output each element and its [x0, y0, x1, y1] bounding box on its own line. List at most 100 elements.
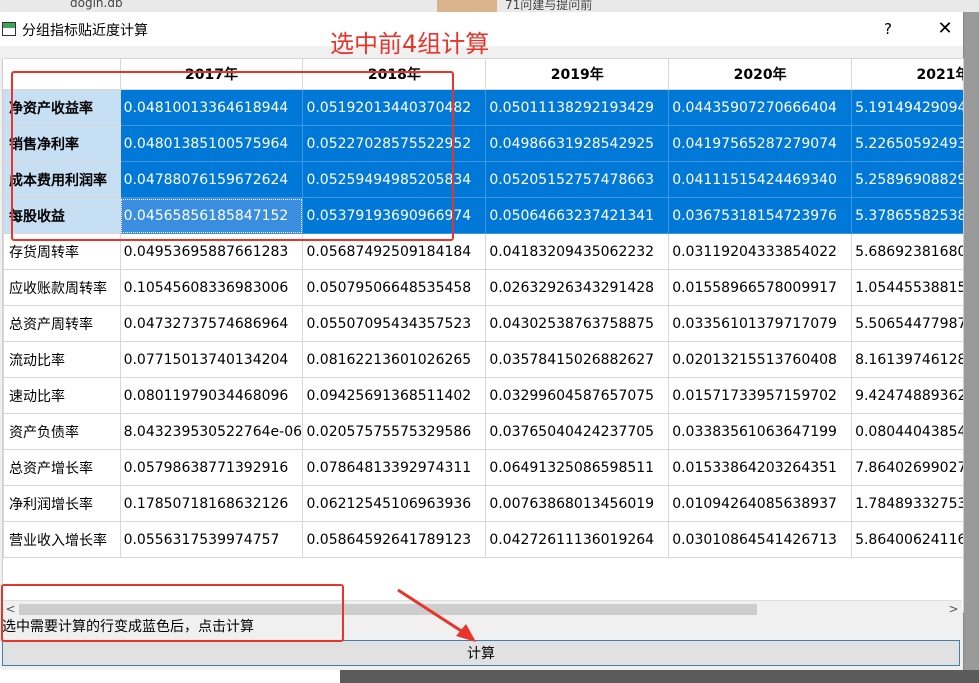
indicator-table[interactable]: 2017年2018年2019年2020年2021年 净资产收益率0.048100… [2, 58, 964, 613]
row-header[interactable]: 净资产收益率 [3, 89, 121, 126]
table-row[interactable]: 应收账款周转率 0.10545608336983006 0.050795066485… [3, 269, 963, 306]
table-row[interactable]: 销售净利率 0.04801385100575964 0.05227028575522… [3, 125, 963, 162]
row-header[interactable]: 总资产周转率 [3, 305, 121, 342]
table-cell[interactable]: 0.03010864541426713 [668, 521, 853, 558]
table-row[interactable]: 净资产收益率 0.04810013364618944 0.0519201344037… [3, 89, 963, 126]
table-cell[interactable]: 0.05011138292193429 [485, 89, 670, 126]
table-cell[interactable]: 5.686923816802 [851, 233, 963, 270]
data-grid[interactable]: 2017年2018年2019年2020年2021年 净资产收益率0.048100… [3, 58, 963, 558]
table-cell[interactable]: 0.0556317539974757 [119, 521, 304, 558]
table-cell[interactable]: 0.05864592641789123 [302, 521, 487, 558]
table-cell[interactable]: 5.226505924930 [851, 125, 963, 162]
table-cell[interactable]: 0.05064663237421341 [485, 197, 670, 234]
table-row[interactable]: 存货周转率 0.04953695887661283 0.05687492509184… [3, 233, 963, 270]
table-cell[interactable]: 0.05379193690966974 [302, 197, 487, 234]
row-header[interactable]: 资产负债率 [3, 413, 121, 450]
table-cell[interactable]: 0.02013215513760408 [668, 341, 853, 378]
table-cell[interactable]: 5.864006241168 [851, 521, 963, 558]
table-cell[interactable]: 0.03356101379717079 [668, 305, 853, 342]
table-cell[interactable]: 0.04183209435062232 [485, 233, 670, 270]
table-cell[interactable]: 0.04197565287279074 [668, 125, 853, 162]
table-cell[interactable]: 0.10545608336983006 [119, 269, 304, 306]
table-cell[interactable]: 0.03578415026882627 [485, 341, 670, 378]
table-cell[interactable]: 0.17850718168632126 [119, 485, 304, 522]
row-header[interactable]: 存货周转率 [3, 233, 121, 270]
column-header[interactable]: 2020年 [668, 58, 853, 90]
table-row[interactable]: 每股收益 0.04565856185847152 0.053791936909669… [3, 197, 963, 234]
table-cell[interactable]: 9.424748893621 [851, 377, 963, 414]
table-cell[interactable]: 0.05259494985205834 [302, 161, 487, 198]
table-cell[interactable]: 0.05687492509184184 [302, 233, 487, 270]
table-cell[interactable]: 0.08011979034468096 [119, 377, 304, 414]
table-cell[interactable]: 5.258969088296 [851, 161, 963, 198]
table-cell[interactable]: 0.05507095434357523 [302, 305, 487, 342]
column-header[interactable]: 2017年 [119, 58, 304, 90]
table-cell[interactable]: 0.01533864203264351 [668, 449, 853, 486]
row-header[interactable]: 流动比率 [3, 341, 121, 378]
table-cell[interactable]: 1.784893327537 [851, 485, 963, 522]
table-cell[interactable]: 0.02057575575329586 [302, 413, 487, 450]
table-cell[interactable]: 0.09425691368511402 [302, 377, 487, 414]
table-cell[interactable]: 0.03765040424237705 [485, 413, 670, 450]
column-header[interactable]: 2018年 [302, 58, 487, 90]
table-cell[interactable]: 0.06491325086598511 [485, 449, 670, 486]
row-header[interactable]: 销售净利率 [3, 125, 121, 162]
corner-cell[interactable] [3, 58, 121, 90]
table-row[interactable]: 资产负债率 8.043239530522764e-06 0.020575755753… [3, 413, 963, 450]
table-cell[interactable]: 0.04986631928542925 [485, 125, 670, 162]
table-cell[interactable]: 0.05798638771392916 [119, 449, 304, 486]
table-cell[interactable]: 0.04565856185847152 [119, 197, 304, 234]
scroll-right-arrow-icon[interactable]: > [945, 601, 962, 618]
column-header[interactable]: 2019年 [485, 58, 670, 90]
table-cell[interactable]: 0.03299604587657075 [485, 377, 670, 414]
row-header[interactable]: 每股收益 [3, 197, 121, 234]
row-header[interactable]: 净利润增长率 [3, 485, 121, 522]
row-header[interactable]: 成本费用利润率 [3, 161, 121, 198]
table-row[interactable]: 速动比率 0.08011979034468096 0.094256913685114… [3, 377, 963, 414]
close-button[interactable]: ✕ [928, 16, 962, 42]
table-cell[interactable]: 0.04111515424469340 [668, 161, 853, 198]
table-cell[interactable]: 0.04810013364618944 [119, 89, 304, 126]
table-cell[interactable]: 0.01571733957159702 [668, 377, 853, 414]
row-header[interactable]: 应收账款周转率 [3, 269, 121, 306]
table-cell[interactable]: 0.080440438547 [851, 413, 963, 450]
table-cell[interactable]: 0.04953695887661283 [119, 233, 304, 270]
table-cell[interactable]: 0.05205152757478663 [485, 161, 670, 198]
row-header[interactable]: 营业收入增长率 [3, 521, 121, 558]
table-cell[interactable]: 0.01558966578009917 [668, 269, 853, 306]
table-cell[interactable]: 8.043239530522764e-06 [119, 413, 304, 450]
table-cell[interactable]: 0.08162213601026265 [302, 341, 487, 378]
table-cell[interactable]: 0.03119204333854022 [668, 233, 853, 270]
table-cell[interactable]: 5.506544779879 [851, 305, 963, 342]
table-cell[interactable]: 0.05079506648535458 [302, 269, 487, 306]
table-cell[interactable]: 0.05192013440370482 [302, 89, 487, 126]
table-cell[interactable]: 0.07715013740134204 [119, 341, 304, 378]
table-cell[interactable]: 8.161397461288 [851, 341, 963, 378]
table-cell[interactable]: 7.864026990279 [851, 449, 963, 486]
table-cell[interactable]: 0.02632926343291428 [485, 269, 670, 306]
row-header[interactable]: 总资产增长率 [3, 449, 121, 486]
table-cell[interactable]: 0.04788076159672624 [119, 161, 304, 198]
help-button[interactable]: ? [876, 16, 900, 42]
table-cell[interactable]: 0.04272611136019264 [485, 521, 670, 558]
table-row[interactable]: 总资产周转率 0.04732737574686964 0.0550709543435… [3, 305, 963, 342]
table-cell[interactable]: 1.054455388155 [851, 269, 963, 306]
table-cell[interactable]: 5.191494290945 [851, 89, 963, 126]
table-cell[interactable]: 0.07864813392974311 [302, 449, 487, 486]
column-header[interactable]: 2021年 [851, 58, 963, 90]
table-cell[interactable]: 0.04801385100575964 [119, 125, 304, 162]
table-row[interactable]: 成本费用利润率 0.04788076159672624 0.052594949852… [3, 161, 963, 198]
table-row[interactable]: 总资产增长率 0.05798638771392916 0.0786481339297… [3, 449, 963, 486]
table-row[interactable]: 营业收入增长率 0.0556317539974757 0.0586459264178… [3, 521, 963, 558]
table-cell[interactable]: 0.04732737574686964 [119, 305, 304, 342]
table-cell[interactable]: 0.00763868013456019 [485, 485, 670, 522]
table-cell[interactable]: 0.03383561063647199 [668, 413, 853, 450]
table-cell[interactable]: 0.01094264085638937 [668, 485, 853, 522]
table-cell[interactable]: 0.04302538763758875 [485, 305, 670, 342]
calculate-button[interactable]: 计算 [2, 640, 960, 666]
table-cell[interactable]: 5.378655825389 [851, 197, 963, 234]
table-cell[interactable]: 0.05227028575522952 [302, 125, 487, 162]
table-row[interactable]: 流动比率 0.07715013740134204 0.081622136010262… [3, 341, 963, 378]
table-cell[interactable]: 0.04435907270666404 [668, 89, 853, 126]
row-header[interactable]: 速动比率 [3, 377, 121, 414]
